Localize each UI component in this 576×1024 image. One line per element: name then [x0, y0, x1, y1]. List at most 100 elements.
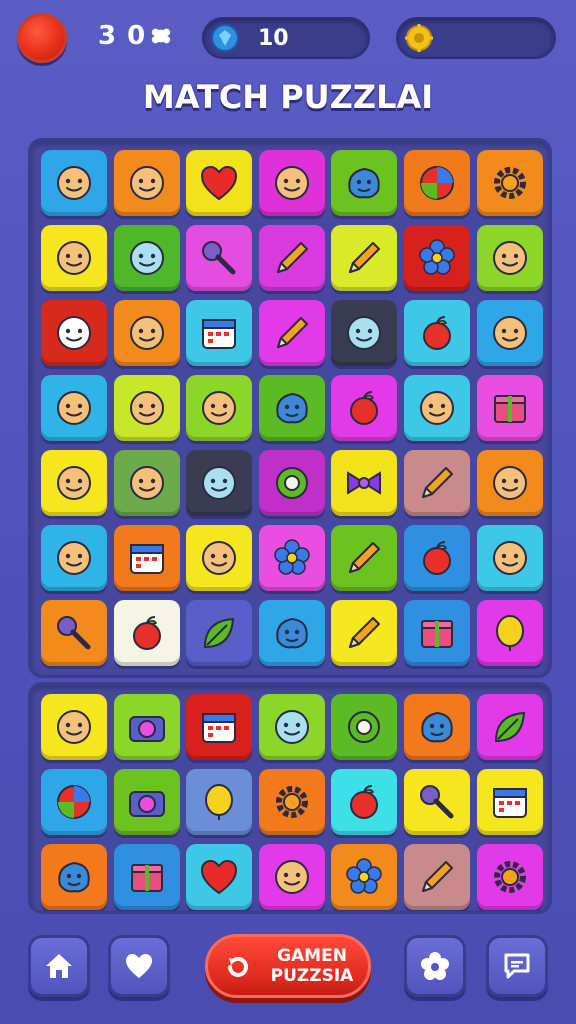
clipboard-icon	[492, 788, 527, 818]
coin-counter[interactable]	[396, 17, 556, 59]
board-tile[interactable]	[113, 600, 180, 666]
tray-tile[interactable]	[476, 844, 543, 910]
tray-tile[interactable]	[113, 844, 180, 910]
board-tile[interactable]	[404, 300, 470, 366]
gem-counter[interactable]: 10	[202, 17, 370, 59]
board-tile[interactable]	[186, 150, 253, 216]
board-tile[interactable]	[41, 150, 107, 216]
board-tile[interactable]	[113, 225, 180, 291]
board-tile[interactable]	[113, 375, 180, 441]
board-tile[interactable]	[404, 150, 470, 216]
blob-monster-icon	[421, 711, 453, 743]
board-tile[interactable]	[331, 525, 398, 591]
cherry-icon	[423, 541, 451, 575]
boy-face-icon	[57, 166, 91, 200]
board-tile[interactable]	[186, 525, 253, 591]
tray-tile[interactable]	[186, 769, 253, 835]
tray-tile[interactable]	[258, 844, 325, 910]
board-tile[interactable]	[258, 450, 325, 516]
board-tile[interactable]	[476, 375, 543, 441]
board-tile[interactable]	[331, 600, 398, 666]
board-tile[interactable]	[331, 300, 398, 366]
board-tile[interactable]	[113, 525, 180, 591]
blob-monster-icon	[276, 392, 308, 424]
tray-tile[interactable]	[113, 769, 180, 835]
tray-tile[interactable]	[258, 769, 325, 835]
board-tile[interactable]	[404, 375, 470, 441]
board-tile[interactable]	[41, 225, 107, 291]
apple-icon	[132, 616, 161, 650]
board-tile[interactable]	[41, 375, 107, 441]
record-button[interactable]	[17, 13, 67, 63]
settings-button[interactable]	[404, 935, 466, 997]
smiley-face-icon	[274, 860, 309, 894]
board-tile[interactable]	[476, 300, 543, 366]
box-icon	[130, 864, 163, 892]
id-card-icon	[202, 319, 237, 349]
tray-tile[interactable]	[186, 694, 253, 760]
board-tile[interactable]	[258, 150, 325, 216]
board-tile[interactable]	[404, 450, 470, 516]
board-tile[interactable]	[476, 600, 543, 666]
coin-icon	[405, 24, 433, 52]
elf-face-icon	[492, 541, 527, 575]
board-tile[interactable]	[186, 300, 253, 366]
tray-tile[interactable]	[113, 694, 180, 760]
board-tile[interactable]	[476, 150, 543, 216]
play-button[interactable]: GAMEN PUZZSIA	[205, 934, 371, 998]
tray-tile[interactable]	[331, 694, 398, 760]
tray-tile[interactable]	[331, 769, 398, 835]
tray-tile[interactable]	[404, 694, 470, 760]
level-indicator: 3 0	[98, 20, 172, 52]
tray-tile[interactable]	[258, 694, 325, 760]
board-tile[interactable]	[186, 600, 253, 666]
tray-tile[interactable]	[41, 844, 107, 910]
board-tile[interactable]	[331, 375, 398, 441]
board-tile[interactable]	[41, 300, 107, 366]
home-button[interactable]	[28, 935, 90, 997]
board-tile[interactable]	[186, 225, 253, 291]
board-tile[interactable]	[404, 225, 470, 291]
board-tile[interactable]	[186, 450, 253, 516]
board-tile[interactable]	[41, 525, 107, 591]
board-tile[interactable]	[476, 525, 543, 591]
board-tile[interactable]	[113, 150, 180, 216]
calendar-icon	[202, 713, 237, 743]
chat-icon	[504, 953, 530, 979]
pencil-icon	[349, 617, 381, 648]
tray-tile[interactable]	[476, 694, 543, 760]
favorites-button[interactable]	[108, 935, 170, 997]
board-tile[interactable]	[113, 300, 180, 366]
board-tile[interactable]	[258, 300, 325, 366]
board-tile[interactable]	[186, 375, 253, 441]
tray-tile[interactable]	[476, 769, 543, 835]
smiley-face-icon	[129, 391, 164, 425]
board-tile[interactable]	[331, 150, 398, 216]
board-tile[interactable]	[331, 450, 398, 516]
board-tile[interactable]	[258, 375, 325, 441]
tray-tile[interactable]	[404, 769, 470, 835]
game-title: MATCH PUZZLAI	[142, 78, 434, 116]
tray-tile[interactable]	[41, 769, 107, 835]
tray-tile[interactable]	[331, 844, 398, 910]
board-tile[interactable]	[258, 525, 325, 591]
board-tile[interactable]	[258, 225, 325, 291]
board-tile[interactable]	[41, 600, 107, 666]
elf-face-icon	[274, 166, 309, 200]
board-tile[interactable]	[113, 450, 180, 516]
leaf-icon	[494, 711, 525, 743]
tray-tile[interactable]	[41, 694, 107, 760]
board-tile[interactable]	[258, 600, 325, 666]
pencil-icon	[422, 467, 453, 498]
board-tile[interactable]	[404, 525, 470, 591]
board-tile[interactable]	[331, 225, 398, 291]
tray-tile[interactable]	[186, 844, 253, 910]
camera-icon	[128, 716, 165, 742]
board-tile[interactable]	[476, 450, 543, 516]
board-tile[interactable]	[476, 225, 543, 291]
tray-tile[interactable]	[404, 844, 470, 910]
board-tile[interactable]	[404, 600, 470, 666]
robot-face-icon	[274, 710, 309, 744]
chat-button[interactable]	[486, 935, 548, 997]
board-tile[interactable]	[41, 450, 107, 516]
